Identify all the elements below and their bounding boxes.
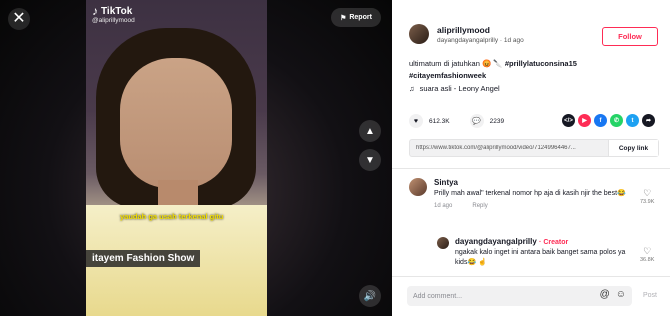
commenter-avatar[interactable]: [409, 178, 427, 196]
comment-like[interactable]: ♡ 73.9K: [640, 188, 654, 205]
like-count: 612.3K: [429, 117, 450, 125]
whatsapp-icon[interactable]: ✆: [610, 114, 623, 127]
comment-placeholder: Add comment...: [413, 292, 463, 300]
heart-outline-icon[interactable]: ♡: [640, 188, 654, 199]
tiktok-video-page: ✕ ♪ TikTok @aliprillymood yaudah ga usah…: [0, 0, 670, 316]
next-video-button[interactable]: ▼: [359, 149, 381, 171]
video-frame[interactable]: [86, 0, 267, 316]
reply-text: ngakak kalo inget ini antara baik banget…: [455, 249, 626, 266]
comment-item: Sintya Prilly mah awal" terkenal nomor h…: [409, 178, 634, 209]
caption-text: ultimatum di jatuhkan 😡 🔪: [409, 59, 503, 68]
embed-icon[interactable]: </>: [562, 114, 575, 127]
tiktok-watermark: ♪ TikTok: [92, 4, 132, 18]
music-title[interactable]: suara asli - Leony Angel: [420, 84, 500, 93]
reply-like[interactable]: ♡ 36.8K: [640, 246, 654, 263]
twitter-icon[interactable]: t: [626, 114, 639, 127]
report-button[interactable]: ⚑ Report: [331, 8, 381, 27]
speaker-icon: 🔊: [363, 290, 377, 302]
facebook-icon[interactable]: f: [594, 114, 607, 127]
divider: [392, 168, 670, 169]
reply-author: dayangdayangalprilly · Creator: [455, 237, 635, 246]
follow-button[interactable]: Follow: [602, 27, 658, 46]
report-label: Report: [349, 14, 372, 21]
close-icon[interactable]: ✕: [8, 8, 30, 30]
reply-button[interactable]: Reply: [472, 203, 487, 209]
emoji-icon[interactable]: ☺: [616, 289, 626, 300]
creator-avatar[interactable]: [437, 237, 449, 249]
share-buttons: </> ▶ f ✆ t ➦: [562, 114, 655, 127]
video-banner: itayem Fashion Show: [86, 250, 201, 267]
music-note-icon: ♫: [409, 84, 415, 93]
chevron-down-icon: ▼: [365, 154, 375, 166]
commenter-name[interactable]: Sintya: [434, 178, 634, 187]
author-username[interactable]: aliprillymood: [437, 25, 524, 35]
post-button[interactable]: Post: [643, 292, 657, 299]
reply-item: dayangdayangalprilly · Creator ngakak ka…: [437, 237, 635, 268]
reply-like-count: 36.8K: [640, 257, 655, 263]
heart-outline-icon[interactable]: ♡: [640, 246, 654, 257]
reply-author-name[interactable]: dayangdayangalprilly: [455, 237, 537, 246]
share-arrow-icon[interactable]: ➦: [642, 114, 655, 127]
video-caption: ultimatum di jatuhkan 😡 🔪 #prillylatucon…: [409, 58, 659, 82]
author-avatar[interactable]: [409, 24, 429, 44]
comment-like-count: 73.9K: [640, 199, 655, 205]
comment-bar: Add comment... @ ☺ Post: [392, 276, 670, 316]
heart-icon[interactable]: ♥: [409, 114, 423, 128]
watermark-handle: @aliprillymood: [92, 17, 135, 24]
tiktok-logo-text: TikTok: [101, 5, 133, 17]
hashtag-link[interactable]: #prillylatuconsina15: [505, 59, 577, 68]
send-icon[interactable]: ▶: [578, 114, 591, 127]
comment-text: Prilly mah awal" terkenal nomor hp aja d…: [434, 190, 626, 197]
video-player[interactable]: ✕ ♪ TikTok @aliprillymood yaudah ga usah…: [0, 0, 392, 316]
post-age: 1d ago: [503, 36, 524, 44]
author-display-name: dayangdayangalprilly: [437, 36, 499, 44]
comment-count: 2239: [489, 117, 505, 125]
flag-icon: ⚑: [340, 14, 347, 22]
video-person-face: [120, 58, 232, 188]
tiktok-logo-icon: ♪: [92, 4, 98, 18]
author-meta: dayangdayangalprilly · 1d ago: [437, 37, 524, 44]
author-info[interactable]: aliprillymood dayangdayangalprilly · 1d …: [409, 24, 524, 44]
volume-button[interactable]: 🔊: [359, 285, 381, 307]
share-link-row: https://www.tiktok.com/@aliprillymood/vi…: [409, 139, 659, 157]
share-url[interactable]: https://www.tiktok.com/@aliprillymood/vi…: [410, 145, 608, 151]
comment-age: 1d ago: [434, 203, 453, 209]
comment-meta: 1d ago Reply: [434, 203, 634, 209]
comment-icon[interactable]: 💬: [469, 114, 484, 128]
previous-video-button[interactable]: ▲: [359, 120, 381, 142]
chevron-up-icon: ▲: [365, 125, 375, 137]
comment-input[interactable]: Add comment... @ ☺: [407, 286, 632, 306]
creator-badge: · Creator: [539, 239, 569, 246]
mention-icon[interactable]: @: [600, 289, 610, 300]
comment-input-icons: @ ☺: [600, 289, 626, 300]
music-info[interactable]: ♫ suara asli - Leony Angel: [409, 84, 500, 93]
copy-link-button[interactable]: Copy link: [608, 140, 658, 156]
engagement-stats: ♥ 612.3K 💬 2239: [409, 114, 504, 128]
video-subtitle: yaudah ga usah terkenal gitu: [120, 212, 224, 221]
details-panel: aliprillymood dayangdayangalprilly · 1d …: [392, 0, 670, 316]
hashtag-link[interactable]: #citayemfashionweek: [409, 71, 486, 80]
